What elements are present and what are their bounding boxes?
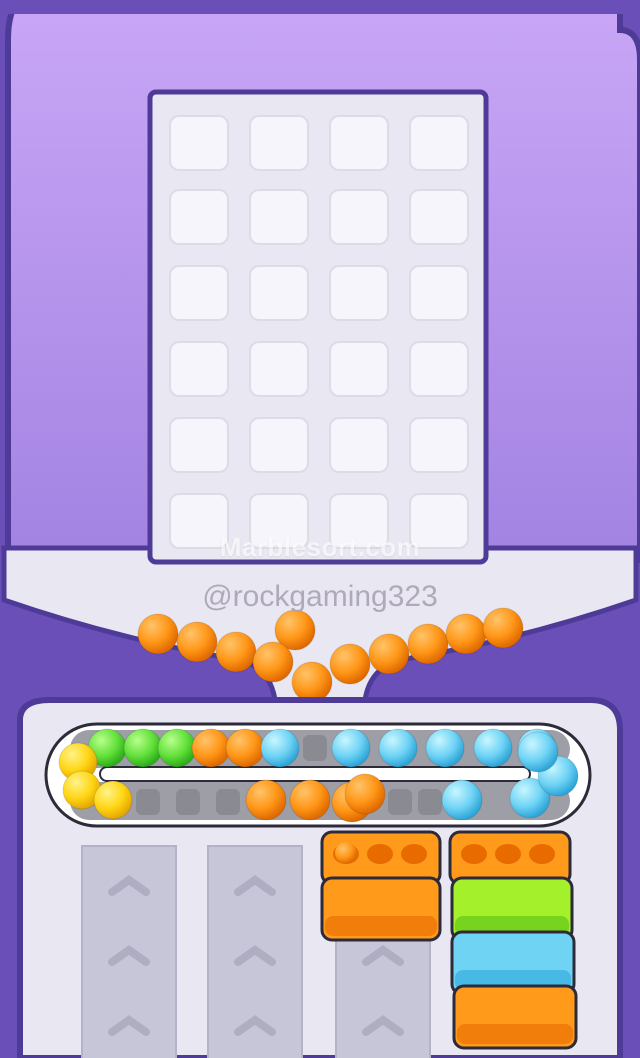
marble <box>378 728 418 768</box>
cup-hole <box>401 844 427 864</box>
cup-hole <box>529 844 555 864</box>
grid-slot[interactable] <box>329 341 389 397</box>
grid-slot[interactable] <box>169 189 229 245</box>
marble <box>441 779 483 821</box>
cup-hole <box>461 844 487 864</box>
grid-slot[interactable] <box>409 189 469 245</box>
marble <box>137 613 179 655</box>
grid-slot[interactable] <box>169 417 229 473</box>
grid-slot[interactable] <box>249 417 309 473</box>
conveyor-slot <box>388 789 412 815</box>
marble <box>176 621 218 663</box>
cup-shade <box>457 1024 573 1044</box>
grid-slot[interactable] <box>329 417 389 473</box>
marble <box>291 661 333 703</box>
watermark-site: Marblesort.com <box>219 532 421 562</box>
watermark-handle: @rockgaming323 <box>202 580 438 613</box>
grid-slot[interactable] <box>169 115 229 171</box>
marble <box>482 607 524 649</box>
cup-hole <box>367 844 393 864</box>
marble <box>407 623 449 665</box>
marble <box>425 728 465 768</box>
grid-slot[interactable] <box>329 115 389 171</box>
grid-slot[interactable] <box>409 417 469 473</box>
grid-slot[interactable] <box>249 265 309 321</box>
marble <box>289 779 331 821</box>
marble <box>368 633 410 675</box>
marble <box>445 613 487 655</box>
grid-slot[interactable] <box>329 189 389 245</box>
marble <box>93 780 133 820</box>
marble <box>335 842 357 864</box>
marble <box>473 728 513 768</box>
grid-slot[interactable] <box>249 341 309 397</box>
grid-slot[interactable] <box>169 265 229 321</box>
conveyor-slot <box>303 735 327 761</box>
marble <box>517 731 559 773</box>
conveyor-slot <box>216 789 240 815</box>
marble <box>225 728 265 768</box>
conveyor-slot <box>136 789 160 815</box>
game-scene <box>0 0 640 1058</box>
marble <box>331 728 371 768</box>
grid-slot[interactable] <box>329 265 389 321</box>
cup-hole <box>495 844 521 864</box>
marble <box>215 631 257 673</box>
conveyor-slot <box>418 789 442 815</box>
marble <box>252 641 294 683</box>
conveyor-slot <box>176 789 200 815</box>
marble <box>329 643 371 685</box>
grid-slot[interactable] <box>169 341 229 397</box>
marble <box>157 728 197 768</box>
cup-shade <box>325 916 437 936</box>
grid-slot[interactable] <box>409 265 469 321</box>
marble <box>123 728 163 768</box>
marble <box>191 728 231 768</box>
grid-slot[interactable] <box>409 115 469 171</box>
marble <box>245 779 287 821</box>
marble <box>260 728 300 768</box>
grid-slot[interactable] <box>249 189 309 245</box>
grid-slot[interactable] <box>409 341 469 397</box>
marble <box>344 773 386 815</box>
conveyor-divider <box>99 766 531 782</box>
grid-slot[interactable] <box>249 115 309 171</box>
